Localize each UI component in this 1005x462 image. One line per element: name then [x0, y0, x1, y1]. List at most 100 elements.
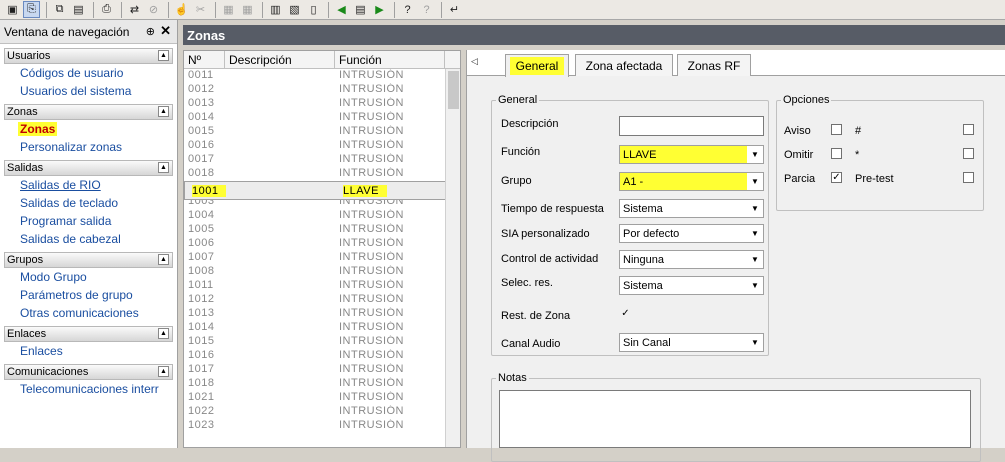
nav-group-header-usuarios[interactable]: Usuarios ▲: [4, 48, 173, 64]
chevron-down-icon[interactable]: ▼: [747, 225, 763, 242]
chevron-up-icon[interactable]: ▲: [158, 254, 169, 265]
notas-textarea[interactable]: [499, 390, 971, 448]
chevron-up-icon[interactable]: ▲: [158, 366, 169, 377]
column-header-function[interactable]: Función: [335, 51, 445, 68]
pin-icon[interactable]: ⊕: [146, 25, 155, 38]
star-checkbox[interactable]: [963, 148, 974, 159]
table-row[interactable]: 1013 INTRUSIÓN: [184, 307, 460, 321]
table-row[interactable]: 0015 INTRUSIÓN: [184, 125, 460, 139]
forward-icon[interactable]: ▶: [371, 1, 388, 18]
canal-select[interactable]: Sin Canal ▼: [619, 333, 764, 352]
table-row[interactable]: 1022 INTRUSIÓN: [184, 405, 460, 419]
tab-general[interactable]: General: [505, 54, 569, 77]
nav-item[interactable]: Enlaces: [0, 342, 177, 360]
pretest-checkbox[interactable]: [963, 172, 974, 183]
hand-icon[interactable]: ☝: [173, 1, 190, 18]
chevron-up-icon[interactable]: ▲: [158, 50, 169, 61]
column-header-description[interactable]: Descripción: [225, 51, 335, 68]
chevron-down-icon[interactable]: ▼: [747, 173, 763, 190]
table-row[interactable]: 1007 INTRUSIÓN: [184, 251, 460, 265]
table-row[interactable]: 1014 INTRUSIÓN: [184, 321, 460, 335]
help2-icon[interactable]: ?: [418, 1, 435, 18]
table-row[interactable]: 0014 INTRUSIÓN: [184, 111, 460, 125]
table-row[interactable]: 1017 INTRUSIÓN: [184, 363, 460, 377]
table-row[interactable]: 0017 INTRUSIÓN: [184, 153, 460, 167]
table-row[interactable]: 0018 INTRUSIÓN: [184, 167, 460, 181]
close-icon[interactable]: ✕: [160, 23, 171, 39]
grid2-icon[interactable]: ▦: [239, 1, 256, 18]
phone-icon[interactable]: ▯: [305, 1, 322, 18]
nav-item[interactable]: Parámetros de grupo: [0, 286, 177, 304]
nav-item[interactable]: Programar salida: [0, 212, 177, 230]
funcion-select[interactable]: LLAVE ▼: [619, 145, 764, 164]
table-row[interactable]: 0013 INTRUSIÓN: [184, 97, 460, 111]
enter-icon[interactable]: ↵: [446, 1, 463, 18]
table-row[interactable]: 1016 INTRUSIÓN: [184, 349, 460, 363]
table-row[interactable]: 1018 INTRUSIÓN: [184, 377, 460, 391]
nav-group-header-enlaces[interactable]: Enlaces ▲: [4, 326, 173, 342]
device2-icon[interactable]: ▧: [286, 1, 303, 18]
chevron-down-icon[interactable]: ▼: [747, 277, 763, 294]
sia-select[interactable]: Por defecto ▼: [619, 224, 764, 243]
table-row[interactable]: 0011 INTRUSIÓN: [184, 69, 460, 83]
nav-item[interactable]: Salidas de teclado: [0, 194, 177, 212]
chevron-up-icon[interactable]: ▲: [158, 106, 169, 117]
chevron-up-icon[interactable]: ▲: [158, 162, 169, 173]
connect-icon[interactable]: ⇄: [126, 1, 143, 18]
nav-item[interactable]: Salidas de cabezal: [0, 230, 177, 248]
selec-select[interactable]: Sistema ▼: [619, 276, 764, 295]
nav-group-header-salidas[interactable]: Salidas ▲: [4, 160, 173, 176]
nav-item[interactable]: Modo Grupo: [0, 268, 177, 286]
table-row[interactable]: 0012 INTRUSIÓN: [184, 83, 460, 97]
parcia-checkbox[interactable]: ✓: [831, 172, 842, 183]
control-select[interactable]: Ninguna ▼: [619, 250, 764, 269]
copy-icon[interactable]: ⧉: [51, 1, 68, 18]
table-row[interactable]: 1023 INTRUSIÓN: [184, 419, 460, 433]
print-icon[interactable]: ⎙: [98, 1, 115, 18]
grid-icon[interactable]: ▦: [220, 1, 237, 18]
form-icon[interactable]: ▤: [352, 1, 369, 18]
table-row[interactable]: 1011 INTRUSIÓN: [184, 279, 460, 293]
table-row[interactable]: 0016 INTRUSIÓN: [184, 139, 460, 153]
table-row[interactable]: 1012 INTRUSIÓN: [184, 293, 460, 307]
column-header-number[interactable]: Nº: [184, 51, 225, 68]
tiempo-select[interactable]: Sistema ▼: [619, 199, 764, 218]
back-icon[interactable]: ◀: [333, 1, 350, 18]
tab-zona-afectada[interactable]: Zona afectada: [575, 54, 673, 76]
nav-item[interactable]: Salidas de RIO: [0, 176, 177, 194]
nav-item[interactable]: Códigos de usuario: [0, 64, 177, 82]
table-row[interactable]: 1021 INTRUSIÓN: [184, 391, 460, 405]
table-row[interactable]: 1006 INTRUSIÓN: [184, 237, 460, 251]
table-row[interactable]: 1004 INTRUSIÓN: [184, 209, 460, 223]
omitir-checkbox[interactable]: [831, 148, 842, 159]
descripcion-input[interactable]: [619, 116, 764, 136]
attach-icon[interactable]: ⎘: [23, 1, 40, 18]
grupo-select[interactable]: A1 - ▼: [619, 172, 764, 191]
scrollbar-thumb[interactable]: [448, 71, 459, 109]
chevron-down-icon[interactable]: ▼: [747, 251, 763, 268]
nav-group-header-zonas[interactable]: Zonas ▲: [4, 104, 173, 120]
scrollbar[interactable]: [445, 69, 460, 447]
disconnect-icon[interactable]: ⊘: [145, 1, 162, 18]
nav-group-header-comunicaciones[interactable]: Comunicaciones ▲: [4, 364, 173, 380]
save-icon[interactable]: ▣: [4, 1, 21, 18]
rest-checkbox[interactable]: ✓: [620, 309, 631, 320]
chevron-up-icon[interactable]: ▲: [158, 328, 169, 339]
chevron-down-icon[interactable]: ▼: [747, 334, 763, 351]
tab-zonas-rf[interactable]: Zonas RF: [677, 54, 751, 76]
nav-item[interactable]: Usuarios del sistema: [0, 82, 177, 100]
nav-item[interactable]: Otras comunicaciones: [0, 304, 177, 322]
nav-item[interactable]: Zonas: [0, 120, 177, 138]
tab-scroll-left-icon[interactable]: ◁: [471, 56, 478, 67]
chevron-down-icon[interactable]: ▼: [747, 200, 763, 217]
nav-item[interactable]: Telecomunicaciones interr: [0, 380, 177, 398]
table-row[interactable]: 1015 INTRUSIÓN: [184, 335, 460, 349]
nav-group-header-grupos[interactable]: Grupos ▲: [4, 252, 173, 268]
table-row[interactable]: 1005 INTRUSIÓN: [184, 223, 460, 237]
device-icon[interactable]: ▥: [267, 1, 284, 18]
table-row[interactable]: 1008 INTRUSIÓN: [184, 265, 460, 279]
table-row[interactable]: 1001 LLAVE: [184, 181, 450, 200]
help-icon[interactable]: ?: [399, 1, 416, 18]
aviso-checkbox[interactable]: [831, 124, 842, 135]
paste-icon[interactable]: ▤: [70, 1, 87, 18]
